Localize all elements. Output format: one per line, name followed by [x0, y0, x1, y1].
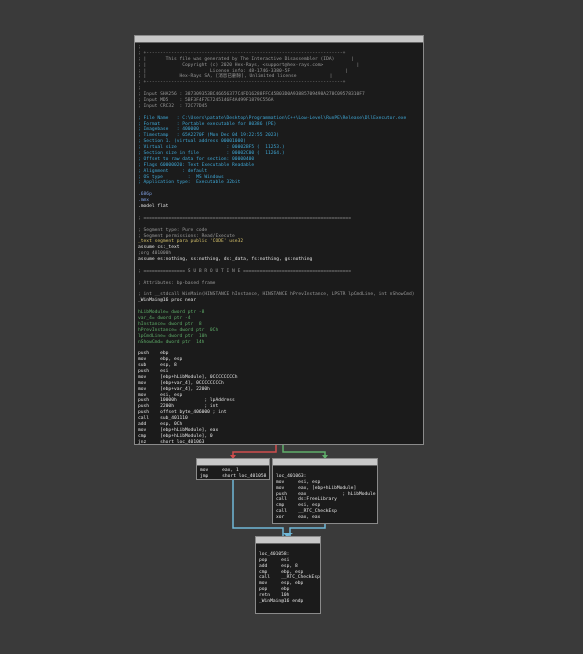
code-line[interactable]: jmp short loc_401058 — [200, 474, 266, 479]
code-line[interactable]: jnz short loc_401063 — [138, 440, 420, 444]
node-code: loc_401058: pop esi add esp, 8 cmp ebp, esp… — [256, 544, 320, 607]
graph-node-loc-401058[interactable]: loc_401058: pop esi add esp, 8 cmp ebp, esp… — [255, 536, 321, 614]
graph-node-loc-401063[interactable]: loc_401063: mov esi, esp mov eax, [ebp+hLi… — [272, 458, 378, 524]
node-title-bar[interactable] — [256, 537, 320, 544]
node-title-bar[interactable] — [273, 459, 377, 466]
node-code: loc_401063: mov esi, esp mov eax, [ebp+hLi… — [273, 466, 377, 523]
graph-node-return-one[interactable]: mov eax, 1 jmp short loc_401058 — [196, 458, 270, 480]
code-line[interactable]: _WinMain@16 endp — [259, 599, 317, 605]
code-line[interactable]: xor eax, eax — [276, 515, 374, 521]
edge-right-to-bottom — [289, 524, 326, 536]
node-code: mov eax, 1 jmp short loc_401058 — [197, 466, 269, 479]
node-code: ;; +------------------------------------… — [135, 43, 423, 444]
node-title-bar[interactable] — [197, 459, 269, 466]
graph-node-winmain[interactable]: ;; +------------------------------------… — [134, 35, 424, 445]
edge-false-branch — [232, 444, 277, 458]
edge-true-branch — [282, 444, 326, 458]
code-line[interactable]: ; File Name : C:\Users\patate\Desktop\Pr… — [138, 116, 420, 122]
node-title-bar[interactable] — [135, 36, 423, 43]
